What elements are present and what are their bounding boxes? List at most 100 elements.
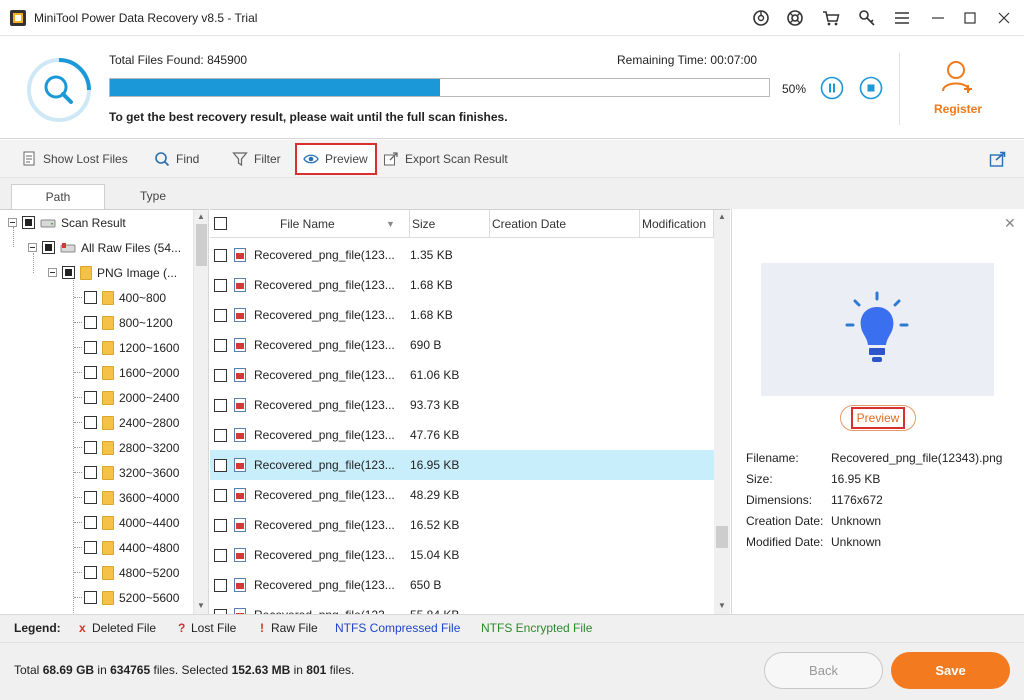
tree-item-size-range[interactable]: 4400~4800	[84, 535, 179, 560]
size-header[interactable]: Size	[410, 210, 490, 238]
tree-checkbox[interactable]	[84, 341, 97, 354]
found-value: 845900	[207, 53, 248, 67]
tree-checkbox[interactable]	[42, 241, 55, 254]
tree-item-size-range[interactable]: 800~1200	[84, 310, 173, 335]
tree-checkbox[interactable]	[62, 266, 75, 279]
tree-scrollbar[interactable]: ▲ ▼	[193, 210, 208, 614]
tree-item-size-range[interactable]: 1600~2000	[84, 360, 179, 385]
file-row[interactable]: Recovered_png_file(123... 47.76 KB	[210, 420, 714, 450]
scroll-up-icon[interactable]: ▲	[718, 212, 726, 221]
file-name-header[interactable]: File Name ▼	[210, 210, 410, 238]
tree-item-size-range[interactable]: 5200~5600	[84, 585, 179, 610]
tree-checkbox[interactable]	[84, 466, 97, 479]
modification-header[interactable]: Modification	[640, 210, 714, 238]
pause-button[interactable]	[820, 76, 844, 100]
maximize-icon[interactable]	[958, 6, 982, 30]
tree-item-size-range[interactable]: 4800~5200	[84, 560, 179, 585]
preview-button[interactable]: Preview	[840, 405, 916, 431]
file-row[interactable]: Recovered_png_file(123... 15.04 KB	[210, 540, 714, 570]
tree-connector	[74, 497, 82, 498]
file-row[interactable]: Recovered_png_file(123...55.84 KB	[210, 600, 714, 614]
file-row[interactable]: Recovered_png_file(123... 690 B	[210, 330, 714, 360]
tree-checkbox[interactable]	[84, 391, 97, 404]
key-icon[interactable]	[857, 8, 877, 28]
tree-checkbox[interactable]	[84, 441, 97, 454]
collapse-icon[interactable]	[8, 218, 17, 227]
save-button[interactable]: Save	[891, 652, 1010, 689]
tree-item-size-range[interactable]: 2000~2400	[84, 385, 179, 410]
tree-checkbox[interactable]	[84, 291, 97, 304]
tree-checkbox[interactable]	[84, 516, 97, 529]
share-icon[interactable]	[989, 150, 1007, 168]
close-preview-icon[interactable]: ✕	[1004, 215, 1016, 232]
tree-item-png-image[interactable]: PNG Image (...	[48, 260, 177, 285]
file-checkbox[interactable]	[214, 248, 227, 262]
preview-toolbar-button[interactable]: Preview	[295, 143, 377, 175]
tree-item-size-range[interactable]: 4000~4400	[84, 510, 179, 535]
file-checkbox[interactable]	[214, 488, 227, 502]
file-row[interactable]: Recovered_png_file(123... 61.06 KB	[210, 360, 714, 390]
tree-checkbox[interactable]	[84, 366, 97, 379]
tree-checkbox[interactable]	[84, 541, 97, 554]
filter-button[interactable]: Filter	[226, 147, 287, 171]
collapse-icon[interactable]	[28, 243, 37, 252]
file-checkbox[interactable]	[214, 308, 227, 322]
tab-type[interactable]: Type	[106, 184, 200, 209]
tree-checkbox[interactable]	[84, 416, 97, 429]
folder-icon	[102, 440, 114, 455]
tree-checkbox[interactable]	[84, 566, 97, 579]
tree-scroll-thumb[interactable]	[196, 224, 207, 266]
file-row[interactable]: Recovered_png_file(123... 93.73 KB	[210, 390, 714, 420]
select-all-checkbox[interactable]	[214, 217, 227, 230]
disc-icon[interactable]	[751, 8, 771, 28]
tree-item-scan-result[interactable]: Scan Result	[8, 210, 126, 235]
scroll-down-icon[interactable]: ▼	[197, 601, 205, 610]
file-row[interactable]: Recovered_png_file(123... 650 B	[210, 570, 714, 600]
menu-icon[interactable]	[892, 8, 912, 28]
file-checkbox[interactable]	[214, 458, 227, 472]
file-list-scrollbar[interactable]: ▲ ▼	[714, 210, 730, 614]
tree-item-size-range[interactable]: 3200~3600	[84, 460, 179, 485]
file-checkbox[interactable]	[214, 428, 227, 442]
file-checkbox[interactable]	[214, 278, 227, 292]
file-row[interactable]: Recovered_png_file(123... 1.68 KB	[210, 300, 714, 330]
scroll-down-icon[interactable]: ▼	[718, 601, 726, 610]
minimize-icon[interactable]	[926, 6, 950, 30]
file-checkbox[interactable]	[214, 548, 227, 562]
file-row[interactable]: Recovered_png_file(123... 48.29 KB	[210, 480, 714, 510]
register-button[interactable]: Register	[925, 57, 991, 117]
export-scan-result-button[interactable]: Export Scan Result	[377, 147, 514, 171]
tree-checkbox[interactable]	[84, 316, 97, 329]
file-row[interactable]: Recovered_png_file(123... 1.68 KB	[210, 270, 714, 300]
tree-item-size-range[interactable]: 400~800	[84, 285, 166, 310]
tree-checkbox[interactable]	[84, 591, 97, 604]
file-checkbox[interactable]	[214, 578, 227, 592]
show-lost-files-button[interactable]: Show Lost Files	[15, 147, 134, 171]
support-icon[interactable]	[785, 8, 805, 28]
file-list-scroll-thumb[interactable]	[716, 526, 728, 548]
tree-item-all-raw-files[interactable]: All Raw Files (54...	[28, 235, 181, 260]
creation-date-header[interactable]: Creation Date	[490, 210, 640, 238]
folder-tree: Scan Result All Raw Files (54... PNG Ima…	[0, 209, 209, 614]
file-checkbox[interactable]	[214, 398, 227, 412]
back-button[interactable]: Back	[764, 652, 883, 689]
tree-item-size-range[interactable]: 2400~2800	[84, 410, 179, 435]
scroll-up-icon[interactable]: ▲	[197, 212, 205, 221]
stop-button[interactable]	[859, 76, 883, 100]
file-row[interactable]: Recovered_png_file(123... 16.95 KB	[210, 450, 714, 480]
tree-item-size-range[interactable]: 2800~3200	[84, 435, 179, 460]
tree-checkbox[interactable]	[84, 491, 97, 504]
file-row[interactable]: Recovered_png_file(123... 1.35 KB	[210, 240, 714, 270]
collapse-icon[interactable]	[48, 268, 57, 277]
file-checkbox[interactable]	[214, 368, 227, 382]
tab-path[interactable]: Path	[11, 184, 105, 210]
tree-item-size-range[interactable]: 1200~1600	[84, 335, 179, 360]
cart-icon[interactable]	[821, 8, 841, 28]
file-checkbox[interactable]	[214, 518, 227, 532]
close-icon[interactable]	[992, 6, 1016, 30]
file-checkbox[interactable]	[214, 338, 227, 352]
tree-checkbox[interactable]	[22, 216, 35, 229]
tree-item-size-range[interactable]: 3600~4000	[84, 485, 179, 510]
file-row[interactable]: Recovered_png_file(123... 16.52 KB	[210, 510, 714, 540]
find-button[interactable]: Find	[148, 147, 205, 171]
